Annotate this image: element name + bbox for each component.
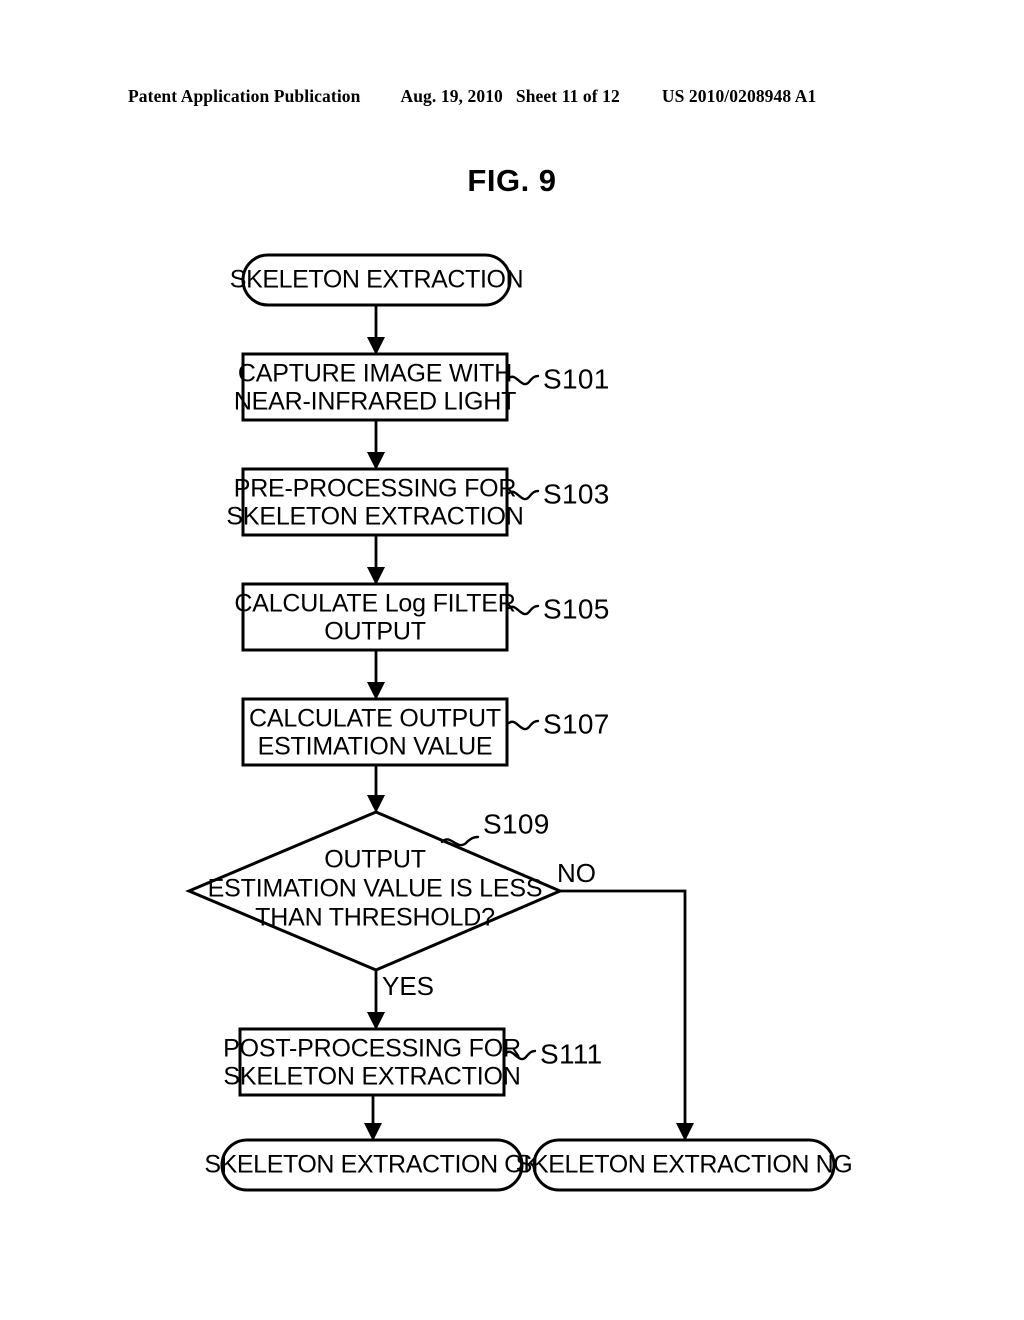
flow-node-s111: POST-PROCESSING FOR SKELETON EXTRACTION … (223, 1027, 602, 1097)
s109-step-number: S109 (483, 808, 550, 839)
flow-node-end-ng: SKELETON EXTRACTION NG (516, 1138, 853, 1192)
s111-label-line1: POST-PROCESSING FOR (223, 1035, 521, 1063)
s103-label-line2: SKELETON EXTRACTION (226, 503, 523, 531)
flow-node-s109-decision: OUTPUT ESTIMATION VALUE IS LESS THAN THR… (185, 808, 564, 972)
flow-node-start: SKELETON EXTRACTION (230, 253, 524, 307)
s103-label-line1: PRE-PROCESSING FOR (234, 475, 517, 503)
s101-step-number: S101 (543, 363, 610, 394)
s105-step-number: S105 (543, 593, 610, 624)
flow-node-s105: CALCULATE Log FILTER OUTPUT S105 (234, 582, 610, 652)
flow-node-s103: PRE-PROCESSING FOR SKELETON EXTRACTION S… (226, 467, 610, 537)
s109-label-line3: THAN THRESHOLD? (255, 904, 495, 932)
s111-step-number: S111 (540, 1038, 602, 1069)
connector-s111-to-end-ok (364, 1095, 382, 1141)
s109-label-line1: OUTPUT (324, 846, 426, 874)
flowchart-diagram: SKELETON EXTRACTION CAPTURE IMAGE WITH N… (0, 0, 1024, 1320)
s105-label-line2: OUTPUT (324, 618, 426, 646)
connector-start-to-s101 (367, 305, 385, 355)
branch-yes: YES (367, 970, 434, 1030)
connector-s107-to-s109 (367, 765, 385, 813)
s111-label-line2: SKELETON EXTRACTION (223, 1063, 520, 1091)
end-ng-terminal-label: SKELETON EXTRACTION NG (516, 1151, 853, 1179)
s101-label-line2: NEAR-INFRARED LIGHT (234, 388, 516, 416)
s107-step-number: S107 (543, 708, 610, 739)
s105-label-line1: CALCULATE Log FILTER (234, 590, 515, 618)
start-terminal-label: SKELETON EXTRACTION (230, 266, 523, 294)
flow-node-s101: CAPTURE IMAGE WITH NEAR-INFRARED LIGHT S… (234, 352, 610, 422)
s103-step-number: S103 (543, 478, 610, 509)
end-ok-terminal-label: SKELETON EXTRACTION OK (204, 1151, 540, 1179)
flow-node-end-ok: SKELETON EXTRACTION OK (204, 1138, 541, 1192)
connector-s105-to-s107 (367, 650, 385, 700)
flow-node-s107: CALCULATE OUTPUT ESTIMATION VALUE S107 (241, 697, 610, 767)
branch-no: NO (557, 858, 694, 1141)
yes-branch-label: YES (382, 971, 434, 1001)
s101-label-line1: CAPTURE IMAGE WITH (238, 360, 512, 388)
s109-label-line2: ESTIMATION VALUE IS LESS (208, 875, 543, 903)
no-branch-label: NO (557, 858, 596, 888)
s107-label-line2: ESTIMATION VALUE (258, 733, 493, 761)
connector-s101-to-s103 (367, 420, 385, 470)
connector-s103-to-s105 (367, 535, 385, 585)
s107-label-line1: CALCULATE OUTPUT (249, 705, 501, 733)
